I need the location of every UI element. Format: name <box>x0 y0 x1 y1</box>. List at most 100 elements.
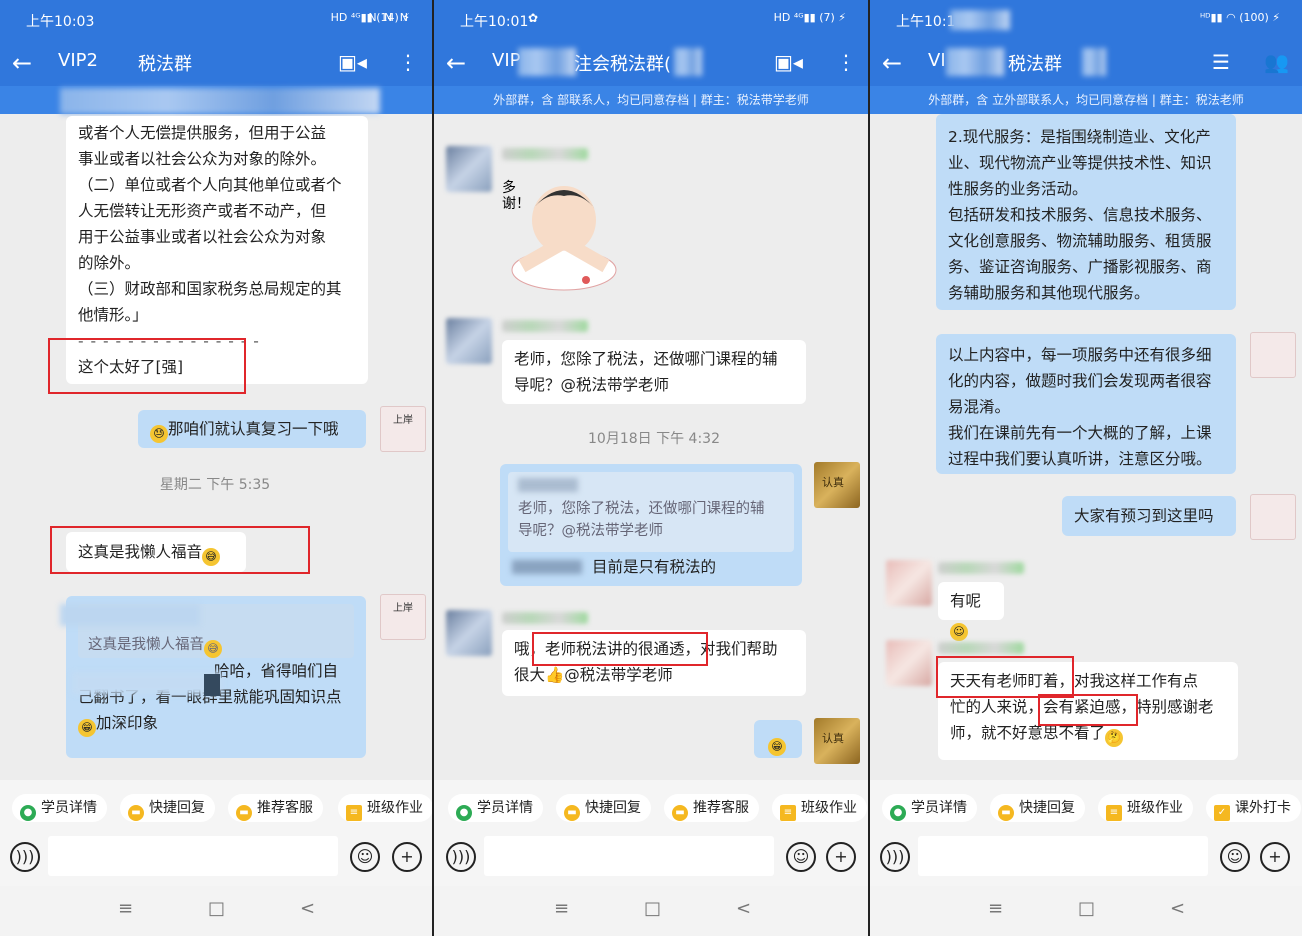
plus-icon[interactable]: + <box>826 842 856 872</box>
sticker-text: 多谢！ <box>502 180 530 212</box>
back-arrow-icon[interactable]: ← <box>882 49 902 77</box>
member-avatar[interactable] <box>446 318 492 364</box>
group-title-prefix: VI <box>928 50 946 71</box>
back-icon[interactable]: < <box>1170 898 1185 919</box>
quick-recommend-service[interactable]: ▬ 推荐客服 <box>228 794 323 822</box>
chat-icon: ▬ <box>672 805 688 821</box>
message-line: 加深印象 <box>96 714 159 732</box>
member-avatar[interactable] <box>886 640 932 686</box>
emoji-button-icon[interactable]: ☺ <box>786 842 816 872</box>
document-icon: ≡ <box>346 805 362 821</box>
home-icon[interactable]: □ <box>1078 898 1095 919</box>
more-icon[interactable]: ⋮ <box>398 50 418 74</box>
message-text: 目前是只有税法的 <box>592 558 717 576</box>
smile-emoji-icon: ☺ <box>950 623 968 641</box>
video-call-icon[interactable]: ▣◂ <box>338 50 367 74</box>
message-bubble[interactable]: 以上内容中，每一项服务中还有很多细 化的内容，做题时我们会发现两者很容 易混淆。… <box>936 334 1236 474</box>
user-avatar[interactable]: 上岸 <box>380 406 426 452</box>
quoted-message: 老师，您除了税法，还做哪门课程的辅 导呢？@税法带学老师 <box>508 472 794 552</box>
emoji-button-icon[interactable]: ☺ <box>350 842 380 872</box>
list-icon[interactable]: ☰ <box>1212 50 1230 74</box>
redacted-name <box>502 320 588 332</box>
message-input[interactable] <box>918 836 1208 876</box>
message-bubble[interactable]: 2.现代服务：是指围绕制造业、文化产 业、现代物流产业等提供技术性、知识 性服务… <box>936 114 1236 310</box>
quick-checkin[interactable]: ✓ 课外打卡 <box>1206 794 1301 822</box>
plus-icon[interactable]: + <box>1260 842 1290 872</box>
redacted-area <box>72 672 222 694</box>
input-bar: ))) ☺ + <box>0 832 432 886</box>
status-time: 上午10:1 <box>896 14 956 30</box>
message-line: 过程中我们要认真听讲，注意区分哦。 <box>948 450 1212 468</box>
emoji-bubble[interactable]: 😁 <box>754 720 802 758</box>
input-bar: ))) ☺ + <box>870 832 1302 886</box>
message-bubble[interactable]: 老师，您除了税法，还做哪门课程的辅 导呢？@税法带学老师 目前是只有税法的 <box>500 464 802 586</box>
battery-icon: ᴴᴰ▮▮ ◠ (100) ⚡ <box>1199 11 1280 24</box>
group-notice-bar: 外部群，含 部联系人，均已同意存档 | 群主：税法带学老师 <box>434 86 868 114</box>
back-icon[interactable]: < <box>736 898 751 919</box>
message-bubble[interactable]: 老师，您除了税法，还做哪门课程的辅 导呢？@税法带学老师 <box>502 340 806 404</box>
back-icon[interactable]: < <box>300 898 315 919</box>
video-call-icon[interactable]: ▣◂ <box>774 50 803 74</box>
quick-actions: ● 学员详情 ▬ 快捷回复 ≡ 班级作业 ✓ 课外打卡 <box>870 780 1302 832</box>
back-arrow-icon[interactable]: ← <box>12 49 32 77</box>
redacted-area <box>1082 48 1106 76</box>
quick-reply[interactable]: ▬ 快捷回复 <box>556 794 651 822</box>
message-text: 忙的人来说， <box>950 698 1044 716</box>
voice-icon[interactable]: ))) <box>446 842 476 872</box>
back-arrow-icon[interactable]: ← <box>446 49 466 77</box>
voice-icon[interactable]: ))) <box>10 842 40 872</box>
more-icon[interactable]: ⋮ <box>836 50 856 74</box>
thanks-sticker[interactable]: 多谢！ <box>502 170 630 294</box>
teacher-avatar[interactable]: 认真 <box>814 718 860 764</box>
home-icon[interactable]: □ <box>644 898 661 919</box>
user-avatar[interactable] <box>1250 332 1296 378</box>
quick-homework[interactable]: ≡ 班级作业 <box>338 794 432 822</box>
quick-student-details[interactable]: ● 学员详情 <box>12 794 107 822</box>
message-text: 大家有预习到这里吗 <box>1074 507 1214 525</box>
redacted-name <box>938 642 1024 654</box>
teacher-avatar[interactable]: 认真 <box>814 462 860 508</box>
user-avatar[interactable] <box>1250 494 1296 540</box>
message-bubble[interactable]: 大家有预习到这里吗 <box>1062 496 1236 536</box>
members-icon[interactable]: 👥 <box>1264 50 1289 74</box>
redacted-area <box>518 48 576 76</box>
quick-homework[interactable]: ≡ 班级作业 <box>772 794 867 822</box>
emoji-icon: 😓 <box>150 425 168 443</box>
home-icon[interactable]: □ <box>208 898 225 919</box>
message-line: 包括研发和技术服务、信息技术服务、 <box>948 206 1212 224</box>
voice-icon[interactable]: ))) <box>880 842 910 872</box>
quick-reply[interactable]: ▬ 快捷回复 <box>990 794 1085 822</box>
avatar-label: 上岸 <box>393 603 413 614</box>
member-avatar[interactable] <box>446 146 492 192</box>
quote-text: 这真是我懒人福音 <box>88 637 204 653</box>
quick-student-details[interactable]: ● 学员详情 <box>882 794 977 822</box>
plus-icon[interactable]: + <box>392 842 422 872</box>
message-line: 老师，您除了税法，还做哪门课程的辅 <box>514 350 778 368</box>
message-input[interactable] <box>48 836 338 876</box>
message-line: 我们在课前先有一个大概的了解，上课 <box>948 424 1212 442</box>
member-avatar[interactable] <box>446 610 492 656</box>
message-line: 务、鉴证咨询服务、广播影视服务、商 <box>948 258 1212 276</box>
message-bubble[interactable]: 😓 那咱们就认真复习一下哦 <box>138 410 366 448</box>
message-bubble[interactable]: 有呢 ☺ <box>938 582 1004 641</box>
member-avatar[interactable] <box>886 560 932 606</box>
message-line: 或者个人无偿提供服务，但用于公益 <box>78 124 327 142</box>
highlight-box <box>48 338 246 394</box>
message-line: 用于公益事业或者以社会公众为对象 <box>78 228 327 246</box>
menu-icon[interactable]: ≡ <box>988 898 1003 919</box>
timestamp: 10月18日 下午 4:32 <box>588 431 720 447</box>
menu-icon[interactable]: ≡ <box>554 898 569 919</box>
input-bar: ))) ☺ + <box>434 832 868 886</box>
quick-reply[interactable]: ▬ 快捷回复 <box>120 794 215 822</box>
thinking-emoji-icon: 🤔 <box>1105 729 1124 747</box>
quick-recommend-service[interactable]: ▬ 推荐客服 <box>664 794 759 822</box>
user-avatar[interactable]: 上岸 <box>380 594 426 640</box>
quick-homework[interactable]: ≡ 班级作业 <box>1098 794 1193 822</box>
message-line: 他情形。」 <box>78 306 148 324</box>
status-time: 上午10:01 <box>460 14 529 30</box>
message-input[interactable] <box>484 836 774 876</box>
menu-icon[interactable]: ≡ <box>118 898 133 919</box>
quick-student-details[interactable]: ● 学员详情 <box>448 794 543 822</box>
user-icon: ● <box>890 805 906 821</box>
emoji-button-icon[interactable]: ☺ <box>1220 842 1250 872</box>
